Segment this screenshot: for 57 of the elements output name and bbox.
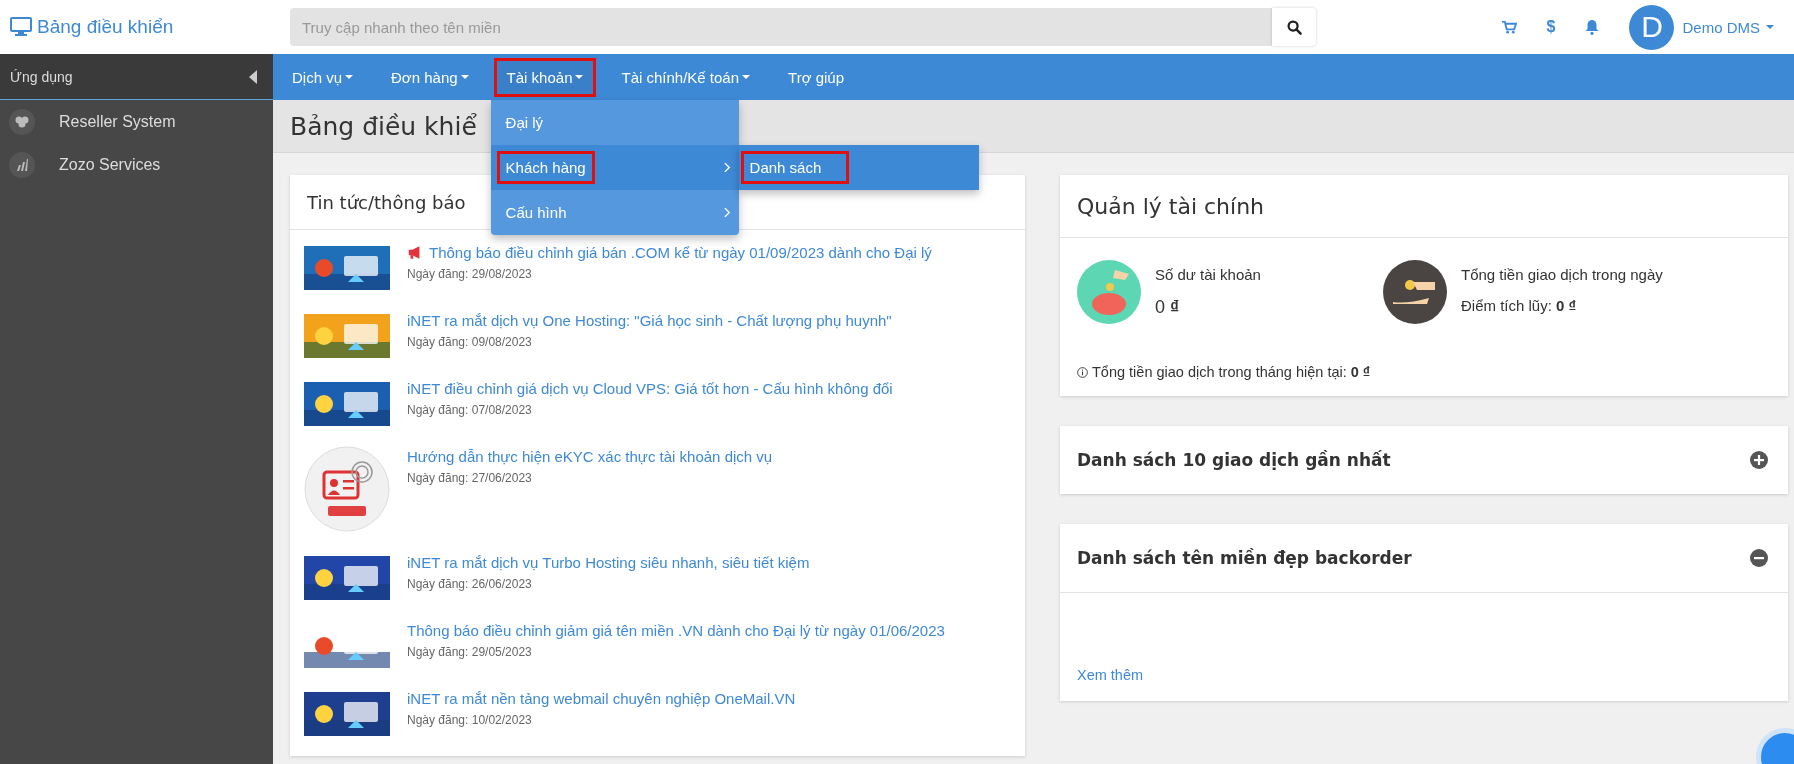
brand-title[interactable]: Bảng điều khiển <box>37 16 174 38</box>
sidebar-item[interactable]: Reseller System <box>0 100 273 143</box>
news-date: Ngày đăng: 29/05/2023 <box>407 645 533 659</box>
card-title: Tin tức/thông báo <box>307 191 466 213</box>
chevron-icon <box>723 207 731 218</box>
menu-item[interactable]: Khách hàng <box>490 145 739 190</box>
news-date: Ngày đăng: 27/06/2023 <box>407 471 533 485</box>
piggy-bank-icon <box>1077 260 1141 324</box>
nav-menu[interactable]: Dịch vụ <box>279 57 367 97</box>
card-title: Danh sách tên miền đẹp backorder <box>1077 548 1412 568</box>
daily-label: Tổng tiền giao dịch trong ngày <box>1461 266 1663 283</box>
news-link[interactable]: Thông báo điều chỉnh giảm giá tên miền .VN dành cho Đại lý từ ngày 01/06/2023 <box>407 620 997 641</box>
see-more-link[interactable]: Xem thêm <box>1077 667 1144 683</box>
nav-menu[interactable]: Đơn hàng <box>378 57 482 97</box>
chart-icon <box>9 151 35 178</box>
balance-value: 0 ₫ <box>1155 297 1181 318</box>
card-title: Quản lý tài chính <box>1077 193 1265 219</box>
points-text: Điểm tích lũy: 0 ₫ <box>1461 297 1578 314</box>
menu-item[interactable]: Đại lý <box>490 100 739 145</box>
news-link[interactable]: iNET ra mắt dịch vụ One Hosting: "Giá học sinh - Chất lượng phụ huynh" <box>407 310 997 331</box>
chevron-icon <box>723 162 731 173</box>
news-date: Ngày đăng: 29/08/2023 <box>407 267 533 281</box>
card-title: Danh sách 10 giao dịch gần nhất <box>1077 450 1391 470</box>
dollar-icon[interactable]: $ <box>1546 18 1556 36</box>
menu-item[interactable]: Danh sách <box>740 151 849 184</box>
news-date: Ngày đăng: 09/08/2023 <box>407 335 533 349</box>
monthly-total: Tổng tiền giao dịch trong tháng hiện tại: 0 ₫ <box>1092 364 1371 380</box>
collapse-icon[interactable] <box>1750 549 1768 567</box>
search-field[interactable]: Truy cập nhanh theo tên miền <box>290 8 1272 46</box>
cart-icon[interactable] <box>1501 20 1517 34</box>
monitor-icon <box>10 17 32 37</box>
user-avatar[interactable]: D <box>1629 4 1675 50</box>
news-link[interactable]: iNET điều chỉnh giá dịch vụ Cloud VPS: Giá tốt hơn - Cấu hình không đổi <box>407 378 997 399</box>
balance-label: Số dư tài khoản <box>1155 266 1261 283</box>
sidebar-item[interactable]: Zozo Services <box>0 143 273 186</box>
nav-menu[interactable]: Tài khoản <box>493 57 597 97</box>
cloud-icon <box>9 108 35 135</box>
news-date: Ngày đăng: 07/08/2023 <box>407 403 533 417</box>
menu-item[interactable]: Cấu hình <box>490 190 739 235</box>
nav-menu[interactable]: Tài chính/Kế toán <box>608 57 764 97</box>
sidebar-title: Ứng dụng <box>10 68 73 85</box>
news-date: Ngày đăng: 26/06/2023 <box>407 577 533 591</box>
expand-icon[interactable] <box>1750 451 1768 469</box>
page-title: Bảng điều khiể <box>290 111 477 141</box>
search-icon <box>1286 19 1302 35</box>
nav-menu[interactable]: Trợ giúp <box>775 57 857 97</box>
news-link[interactable]: Hướng dẫn thực hiện eKYC xác thực tài khoản dịch vụ <box>407 446 997 467</box>
info-icon <box>1077 366 1088 378</box>
search-button[interactable] <box>1272 8 1316 46</box>
coin-hand-icon <box>1383 260 1447 324</box>
user-menu[interactable]: Demo DMS <box>1682 18 1774 36</box>
news-date: Ngày đăng: 10/02/2023 <box>407 713 533 727</box>
news-link[interactable]: iNET ra mắt dịch vụ Turbo Hosting siêu nhanh, siêu tiết kiệm <box>407 552 997 573</box>
news-link[interactable]: Thông báo điều chỉnh giá bán .COM kể từ ngày 01/09/2023 dành cho Đại lý <box>407 242 997 263</box>
news-link[interactable]: iNET ra mắt nền tảng webmail chuyên nghiệp OneMail.VN <box>407 688 997 709</box>
bell-icon[interactable] <box>1585 19 1600 35</box>
collapse-icon[interactable] <box>249 69 257 84</box>
